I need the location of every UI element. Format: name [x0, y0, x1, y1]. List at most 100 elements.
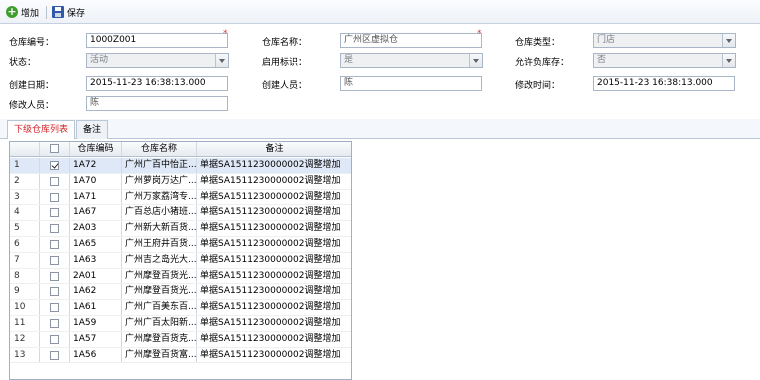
row-checkbox[interactable] — [50, 208, 59, 218]
chevron-down-icon[interactable] — [722, 34, 735, 47]
table-row[interactable]: 9 1A62 广州摩登百货光... 单据SA1511230000002调整增加 — [10, 284, 351, 301]
row-checkbox[interactable] — [50, 176, 59, 186]
creator-field[interactable]: 陈 — [340, 76, 482, 91]
allow-negative-select[interactable]: 否 — [593, 53, 736, 68]
warehouse-name-cell: 广州王府井百货... — [122, 237, 197, 252]
modifier-value: 陈 — [90, 98, 100, 108]
add-button-label: 增加 — [21, 8, 40, 19]
row-checkbox-cell — [40, 316, 70, 331]
warehouse-code-cell: 1A70 — [70, 173, 122, 189]
warehouse-code-cell: 1A59 — [70, 316, 122, 331]
note-cell: 单据SA1511230000002调整增加 — [197, 332, 351, 347]
table-row[interactable]: 1 1A72 广州广百中怡正... 单据SA1511230000002调整增加 — [10, 158, 351, 174]
status-value: 活动 — [90, 55, 109, 65]
row-checkbox[interactable] — [50, 287, 59, 297]
row-checkbox[interactable] — [50, 224, 59, 234]
row-checkbox[interactable] — [50, 192, 59, 202]
row-checkbox[interactable] — [50, 271, 59, 281]
tab-sub-warehouses[interactable]: 下级仓库列表 — [7, 120, 76, 139]
warehouse-name-cell: 广州广百中怡正... — [122, 158, 197, 173]
toolbar: + 增加 保存 — [0, 0, 760, 24]
row-checkbox-cell — [40, 173, 70, 189]
table-row[interactable]: 4 1A67 广百总店小猪班... 单据SA1511230000002调整增加 — [10, 205, 351, 222]
row-number-cell: 4 — [10, 205, 40, 221]
created-date-field[interactable]: 2015-11-23 16:38:13.000 — [86, 76, 228, 91]
row-number-cell: 3 — [10, 189, 40, 205]
enabled-select[interactable]: 是 — [340, 53, 483, 68]
creator-value: 陈 — [344, 78, 354, 88]
row-checkbox[interactable] — [50, 240, 59, 249]
note-cell: 单据SA1511230000002调整增加 — [197, 237, 351, 252]
warehouse-name-field[interactable]: 广州区虚拟仓 — [340, 33, 482, 48]
row-number-cell: 13 — [10, 347, 40, 363]
allow-negative-label: 允许负库存： — [515, 58, 570, 68]
note-cell: 单据SA1511230000002调整增加 — [197, 158, 351, 173]
table-row[interactable]: 12 1A57 广州摩登百货克... 单据SA1511230000002调整增加 — [10, 331, 351, 348]
warehouse-name-cell: 广州摩登百货克... — [122, 331, 197, 347]
row-number-cell: 9 — [10, 284, 40, 300]
table-row[interactable]: 10 1A61 广州广百美东百... 单据SA1511230000002调整增加 — [10, 300, 351, 316]
toolbar-separator — [46, 6, 47, 19]
sub-warehouse-grid: 仓库编码 仓库名称 备注 1 1A72 广州广百中怡正... 单据SA15112300… — [9, 141, 352, 380]
warehouse-name-cell: 广州吉之岛光大... — [122, 252, 197, 268]
add-button[interactable]: + 增加 — [6, 3, 39, 21]
row-checkbox-cell — [40, 300, 70, 315]
save-icon — [52, 6, 64, 18]
warehouse-code-cell: 1A61 — [70, 300, 122, 315]
table-row[interactable]: 6 1A65 广州王府井百货... 单据SA1511230000002调整增加 — [10, 237, 351, 253]
note-cell: 单据SA1511230000002调整增加 — [197, 190, 351, 205]
required-mark: * — [223, 29, 228, 39]
warehouse-code-cell: 1A72 — [70, 158, 122, 173]
chevron-down-icon[interactable] — [469, 54, 482, 67]
enabled-label: 启用标识： — [262, 58, 308, 68]
warehouse-code-label: 仓库编号： — [9, 38, 55, 48]
row-number-cell: 8 — [10, 268, 40, 284]
note-cell: 单据SA1511230000002调整增加 — [197, 174, 351, 189]
row-checkbox-cell — [40, 237, 70, 252]
row-checkbox[interactable] — [50, 334, 59, 344]
row-checkbox[interactable] — [50, 319, 59, 328]
modifier-field[interactable]: 陈 — [86, 96, 228, 111]
modifier-label: 修改人员： — [9, 101, 55, 111]
note-cell: 单据SA1511230000002调整增加 — [197, 205, 351, 220]
row-checkbox[interactable] — [50, 161, 59, 170]
tab-remarks[interactable]: 备注 — [76, 120, 109, 139]
warehouse-type-select[interactable]: 门店 — [593, 33, 736, 48]
warehouse-code-cell: 2A01 — [70, 268, 122, 284]
table-row[interactable]: 3 1A71 广州万家荔湾专... 单据SA1511230000002调整增加 — [10, 189, 351, 206]
table-row[interactable]: 5 2A03 广州新大新百货... 单据SA1511230000002调整增加 — [10, 221, 351, 237]
column-header-name[interactable]: 仓库名称 — [122, 142, 197, 156]
modified-time-value: 2015-11-23 16:38:13.000 — [597, 78, 713, 88]
row-checkbox-cell — [40, 268, 70, 284]
table-row[interactable]: 11 1A59 广州广百太阳新... 单据SA1511230000002调整增加 — [10, 316, 351, 332]
warehouse-name-cell: 广州广百美东百... — [122, 300, 197, 315]
row-checkbox[interactable] — [50, 255, 59, 265]
row-checkbox-cell — [40, 158, 70, 173]
row-checkbox-cell — [40, 252, 70, 268]
row-checkbox-cell — [40, 347, 70, 363]
chevron-down-icon[interactable] — [215, 54, 228, 67]
row-number-cell: 1 — [10, 158, 40, 173]
column-header-code[interactable]: 仓库编码 — [70, 142, 122, 156]
table-row[interactable]: 8 2A01 广州摩登百货光... 单据SA1511230000002调整增加 — [10, 268, 351, 285]
column-header-note[interactable]: 备注 — [197, 142, 351, 156]
table-row[interactable]: 7 1A63 广州吉之岛光大... 单据SA1511230000002调整增加 — [10, 252, 351, 269]
row-checkbox[interactable] — [50, 350, 59, 360]
warehouse-code-cell: 1A67 — [70, 205, 122, 221]
warehouse-code-field[interactable]: 1000Z001 — [86, 33, 228, 48]
row-checkbox-cell — [40, 284, 70, 300]
row-checkbox[interactable] — [50, 303, 59, 313]
warehouse-type-label: 仓库类型： — [515, 38, 561, 48]
table-row[interactable]: 2 1A70 广州萝岗万达广... 单据SA1511230000002调整增加 — [10, 173, 351, 190]
save-button[interactable]: 保存 — [52, 3, 85, 21]
warehouse-name-cell: 广州摩登百货富... — [122, 347, 197, 363]
row-number-cell: 12 — [10, 331, 40, 347]
status-select[interactable]: 活动 — [86, 53, 229, 68]
table-row[interactable]: 13 1A56 广州摩登百货富... 单据SA1511230000002调整增加 — [10, 347, 351, 364]
select-all-checkbox[interactable] — [50, 144, 59, 153]
chevron-down-icon[interactable] — [722, 54, 735, 67]
warehouse-form: 仓库编号： 1000Z001 * 仓库名称： 广州区虚拟仓 * 仓库类型： 门店… — [0, 25, 760, 117]
grid-header: 仓库编码 仓库名称 备注 — [10, 142, 351, 157]
modified-time-field[interactable]: 2015-11-23 16:38:13.000 — [593, 76, 735, 91]
warehouse-code-value: 1000Z001 — [90, 35, 137, 45]
